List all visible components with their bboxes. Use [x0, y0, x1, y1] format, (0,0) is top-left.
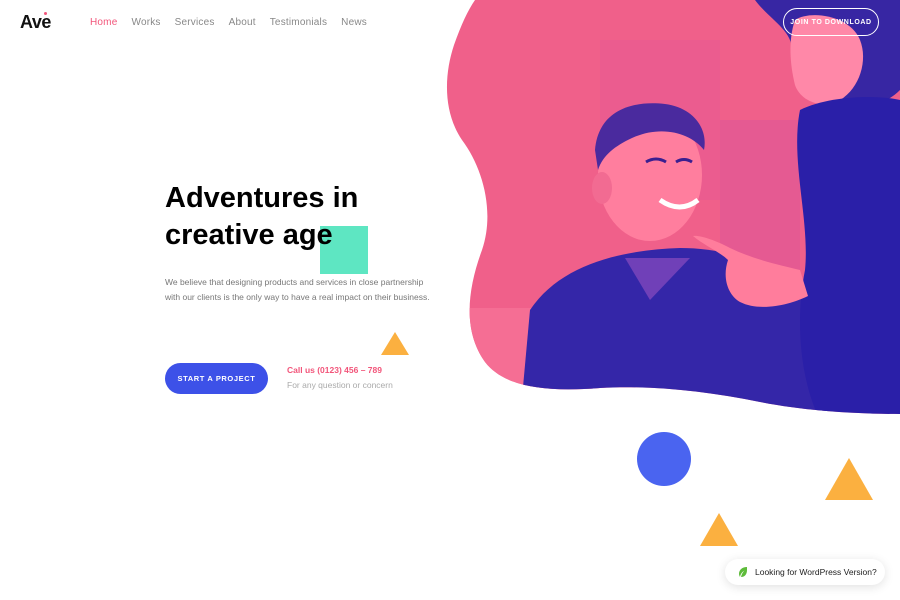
nav-item-works[interactable]: Works — [131, 17, 160, 28]
nav-item-services[interactable]: Services — [175, 17, 215, 28]
join-to-download-button[interactable]: JOIN TO DOWNLOAD — [783, 8, 879, 36]
headline-line-2: creative age — [165, 219, 333, 251]
hero-description: We believe that designing products and s… — [165, 277, 430, 302]
nav-item-about[interactable]: About — [229, 17, 256, 28]
hero-photo — [446, 0, 900, 414]
main-nav: Home Works Services About Testimonials N… — [90, 17, 381, 28]
wordpress-pill-label: Looking for WordPress Version? — [755, 567, 877, 577]
call-us-subtext: For any question or concern — [287, 380, 393, 390]
nav-item-news[interactable]: News — [341, 17, 367, 28]
nav-item-home[interactable]: Home — [90, 17, 117, 28]
logo-text: Ave — [20, 12, 51, 32]
hero-headline: Adventures in creative age — [165, 180, 358, 254]
headline-line-1: Adventures in — [165, 182, 359, 214]
blue-circle — [637, 432, 691, 486]
logo[interactable]: Ave — [20, 12, 51, 33]
nav-item-testimonials[interactable]: Testimonials — [270, 17, 327, 28]
call-us-link[interactable]: Call us (0123) 456 – 789 — [287, 365, 382, 375]
wordpress-version-pill[interactable]: Looking for WordPress Version? — [725, 559, 885, 585]
start-project-button[interactable]: START A PROJECT — [165, 363, 268, 394]
orange-triangle-right — [825, 458, 873, 500]
hero-artwork — [381, 0, 900, 546]
logo-dot — [44, 12, 47, 15]
orange-triangle-bottom — [700, 513, 738, 546]
orange-triangle-small — [381, 332, 409, 355]
leaf-icon — [739, 567, 747, 577]
